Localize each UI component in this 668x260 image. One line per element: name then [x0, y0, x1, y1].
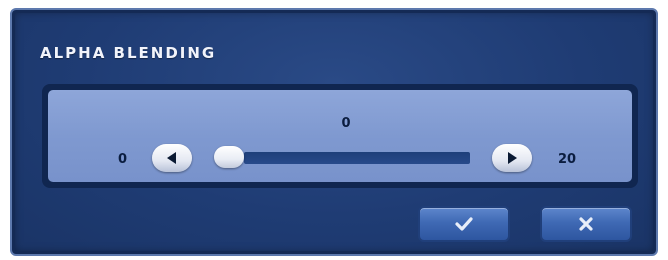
left-arrow-icon	[167, 152, 176, 164]
alpha-blending-dialog: ALPHA BLENDING 0 0 20	[10, 8, 658, 256]
slider-thumb[interactable]	[214, 146, 244, 168]
cancel-button[interactable]	[540, 206, 632, 242]
close-icon	[579, 217, 593, 231]
slider-panel: 0 0 20	[48, 90, 632, 182]
confirm-button[interactable]	[418, 206, 510, 242]
checkmark-icon	[455, 217, 473, 231]
increase-button[interactable]	[492, 144, 532, 172]
slider-panel-frame: 0 0 20	[42, 84, 638, 188]
decrease-button[interactable]	[152, 144, 192, 172]
max-value-label: 20	[558, 152, 577, 167]
right-arrow-icon	[508, 152, 517, 164]
slider-track[interactable]	[244, 152, 470, 164]
dialog-title: ALPHA BLENDING	[40, 44, 217, 62]
current-value-label: 0	[341, 116, 351, 131]
min-value-label: 0	[118, 152, 128, 167]
